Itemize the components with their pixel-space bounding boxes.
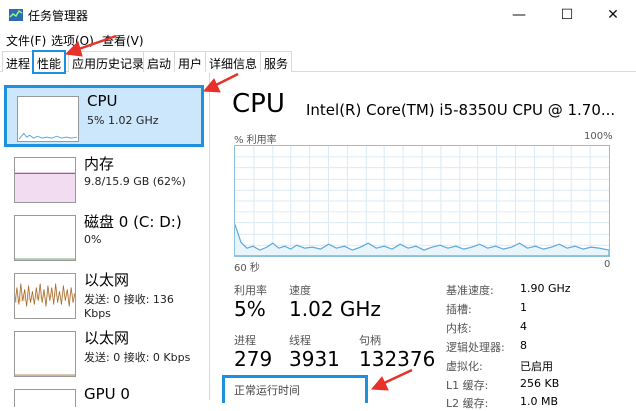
spec-value: 4	[520, 320, 527, 333]
uptime-label: 正常运行时间	[234, 384, 300, 397]
menu-bar: 文件(F) 选项(O) 查看(V)	[0, 30, 636, 50]
spec-value: 256 KB	[520, 377, 560, 390]
maximize-button[interactable]: ☐	[544, 0, 590, 30]
sidebar-item-subtitle: 9.8/15.9 GB (62%)	[84, 175, 186, 188]
tab-strip: 进程 性能 应用历史记录 启动 用户 详细信息 服务	[0, 50, 636, 74]
sidebar-item-title: CPU	[87, 92, 118, 110]
menu-options[interactable]: 选项(O)	[51, 32, 94, 49]
spec-key: 基准速度:	[446, 284, 494, 297]
sidebar-item-title: 磁盘 0 (C: D:)	[84, 213, 182, 231]
sidebar-item-cpu[interactable]: CPU 5% 1.02 GHz	[4, 85, 204, 147]
spec-key: 插槽:	[446, 303, 472, 316]
threads-value: 3931	[289, 347, 340, 371]
processes-label: 进程	[234, 334, 256, 347]
window-title: 任务管理器	[28, 9, 89, 23]
menu-file[interactable]: 文件(F)	[6, 32, 46, 49]
sidebar-item-ethernet-1[interactable]: 以太网 发送: 0 接收: 136 Kbps	[4, 265, 204, 327]
uptime-section: 正常运行时间	[222, 375, 368, 403]
cpu-model: Intel(R) Core(TM) i5-8350U CPU @ 1.70...	[306, 101, 616, 119]
memory-thumbnail-graph	[14, 157, 76, 203]
sidebar-item-ethernet-2[interactable]: 以太网 发送: 0 接收: 0 Kbps	[4, 323, 204, 385]
close-button[interactable]: ✕	[590, 0, 636, 30]
graph-time-label: 60 秒	[234, 263, 260, 274]
sidebar-item-title: 以太网	[84, 271, 130, 289]
speed-label: 速度	[289, 284, 311, 297]
page-title: CPU	[232, 89, 285, 119]
spec-value: 已启用	[520, 360, 553, 373]
spec-key: 内核:	[446, 322, 472, 335]
sidebar-item-subtitle: 0%	[84, 233, 102, 246]
spec-value: 1.0 MB	[520, 395, 559, 408]
minimize-button[interactable]: —	[496, 0, 542, 30]
spec-key: 逻辑处理器:	[446, 341, 505, 354]
sidebar-item-memory[interactable]: 内存 9.8/15.9 GB (62%)	[4, 149, 204, 211]
tab-details[interactable]: 详细信息	[205, 51, 262, 72]
graph-y-label: % 利用率	[234, 135, 277, 146]
sidebar-item-title: GPU 0	[84, 385, 130, 403]
spec-value: 8	[520, 339, 527, 352]
cpu-utilization-graph	[234, 145, 610, 257]
sidebar-item-gpu[interactable]: GPU 0	[4, 381, 204, 407]
task-manager-icon	[9, 9, 23, 21]
graph-max-label: 100%	[584, 131, 613, 142]
tab-startup[interactable]: 启动	[143, 51, 176, 72]
ethernet-thumbnail-graph	[14, 273, 76, 319]
sidebar-item-disk[interactable]: 磁盘 0 (C: D:) 0%	[4, 207, 204, 269]
graph-min-label: 0	[604, 259, 611, 270]
resource-sidebar: CPU 5% 1.02 GHz 内存 9.8/15.9 GB (62%) 磁盘 …	[0, 73, 210, 407]
tab-performance[interactable]: 性能	[32, 50, 67, 74]
spec-key: L2 缓存:	[446, 397, 489, 410]
tab-processes[interactable]: 进程	[2, 51, 35, 72]
sidebar-item-title: 内存	[84, 155, 115, 173]
processes-value: 279	[234, 347, 273, 371]
disk-thumbnail-graph	[14, 215, 76, 261]
sidebar-item-title: 以太网	[84, 329, 130, 347]
threads-label: 线程	[289, 334, 311, 347]
spec-key: L1 缓存:	[446, 379, 489, 392]
sidebar-item-subtitle: 发送: 0 接收: 136 Kbps	[84, 293, 174, 320]
tab-app-history[interactable]: 应用历史记录	[68, 51, 149, 72]
utilization-label: 利用率	[234, 284, 267, 297]
spec-value: 1	[520, 301, 527, 314]
ethernet-thumbnail-graph	[14, 331, 76, 377]
title-bar: 任务管理器 — ☐ ✕	[0, 0, 636, 30]
gpu-thumbnail-graph	[14, 389, 76, 407]
menu-view[interactable]: 查看(V)	[102, 32, 144, 49]
sidebar-item-subtitle: 5% 1.02 GHz	[87, 114, 159, 127]
tab-services[interactable]: 服务	[260, 51, 293, 72]
handles-value: 132376	[359, 347, 436, 371]
cpu-detail-panel: CPU Intel(R) Core(TM) i5-8350U CPU @ 1.7…	[222, 73, 636, 410]
spec-value: 1.90 GHz	[520, 282, 571, 295]
speed-value: 1.02 GHz	[289, 297, 381, 321]
tab-users[interactable]: 用户	[174, 51, 207, 72]
cpu-thumbnail-graph	[17, 96, 79, 142]
spec-key: 虚拟化:	[446, 360, 483, 373]
utilization-value: 5%	[234, 297, 266, 321]
sidebar-item-subtitle: 发送: 0 接收: 0 Kbps	[84, 351, 191, 364]
handles-label: 句柄	[359, 334, 381, 347]
